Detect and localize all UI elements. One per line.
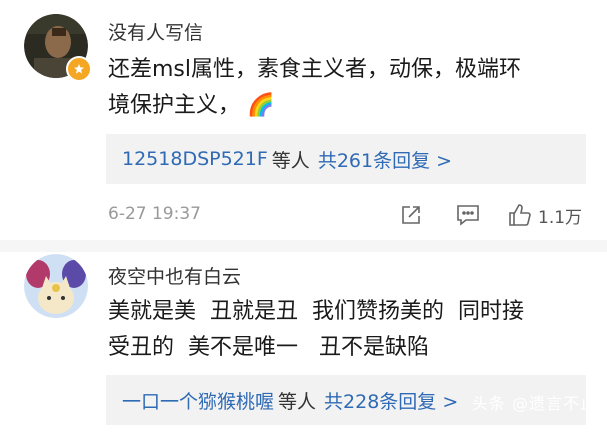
reply-count-link[interactable]: 共261条回复 > (318, 146, 452, 173)
comment-text-segment: 境保护主义， (108, 93, 241, 118)
avatar-wrap[interactable] (24, 14, 92, 82)
comment-icon[interactable] (456, 202, 480, 228)
comment-text: 还差msl属性，素食主义者，动保，极端环 境保护主义， 🌈 (108, 52, 578, 124)
avatar[interactable] (24, 254, 88, 318)
reply-others-label: 等人 (271, 149, 310, 172)
comment-meta: 6-27 19:37 1.1万 (108, 204, 588, 228)
comment-text-line: 还差msl属性，素食主义者，动保，极端环 (108, 57, 522, 82)
username[interactable]: 夜空中也有白云 (108, 262, 241, 289)
reply-usernames[interactable]: 一口一个猕猴桃喔 (122, 387, 274, 414)
avatar-wrap[interactable] (24, 254, 88, 318)
username[interactable]: 没有人写信 (108, 18, 203, 45)
comment-text: 美就是美 丑就是丑 我们赞扬美的 同时接 受丑的 美不是唯一 丑不是缺陷 (108, 294, 578, 366)
comment-1: 没有人写信 还差msl属性，素食主义者，动保，极端环 境保护主义， 🌈 1251… (0, 0, 607, 240)
reply-count-link[interactable]: 共228条回复 > (324, 387, 458, 414)
like-button[interactable]: 1.1万 (508, 202, 582, 228)
rainbow-emoji: 🌈 (247, 93, 275, 118)
timestamp: 6-27 19:37 (108, 204, 201, 224)
comment-divider (0, 240, 607, 252)
reply-usernames[interactable]: 12518DSP521F (122, 148, 268, 170)
watermark: 头条 @遗言不止 (471, 394, 597, 413)
thumbs-up-icon[interactable] (508, 203, 532, 227)
verified-badge-icon (66, 56, 92, 82)
reply-preview[interactable]: 12518DSP521F 等人 共261条回复 > (106, 134, 586, 184)
comment-text-line: 境保护主义， 🌈 (108, 88, 578, 124)
share-icon[interactable] (400, 202, 422, 228)
like-count: 1.1万 (538, 207, 583, 228)
reply-others-label: 等人 (278, 390, 317, 413)
comment-text-line: 受丑的 美不是唯一 丑不是缺陷 (108, 335, 429, 360)
comment-text-line: 美就是美 丑就是丑 我们赞扬美的 同时接 (108, 299, 524, 324)
